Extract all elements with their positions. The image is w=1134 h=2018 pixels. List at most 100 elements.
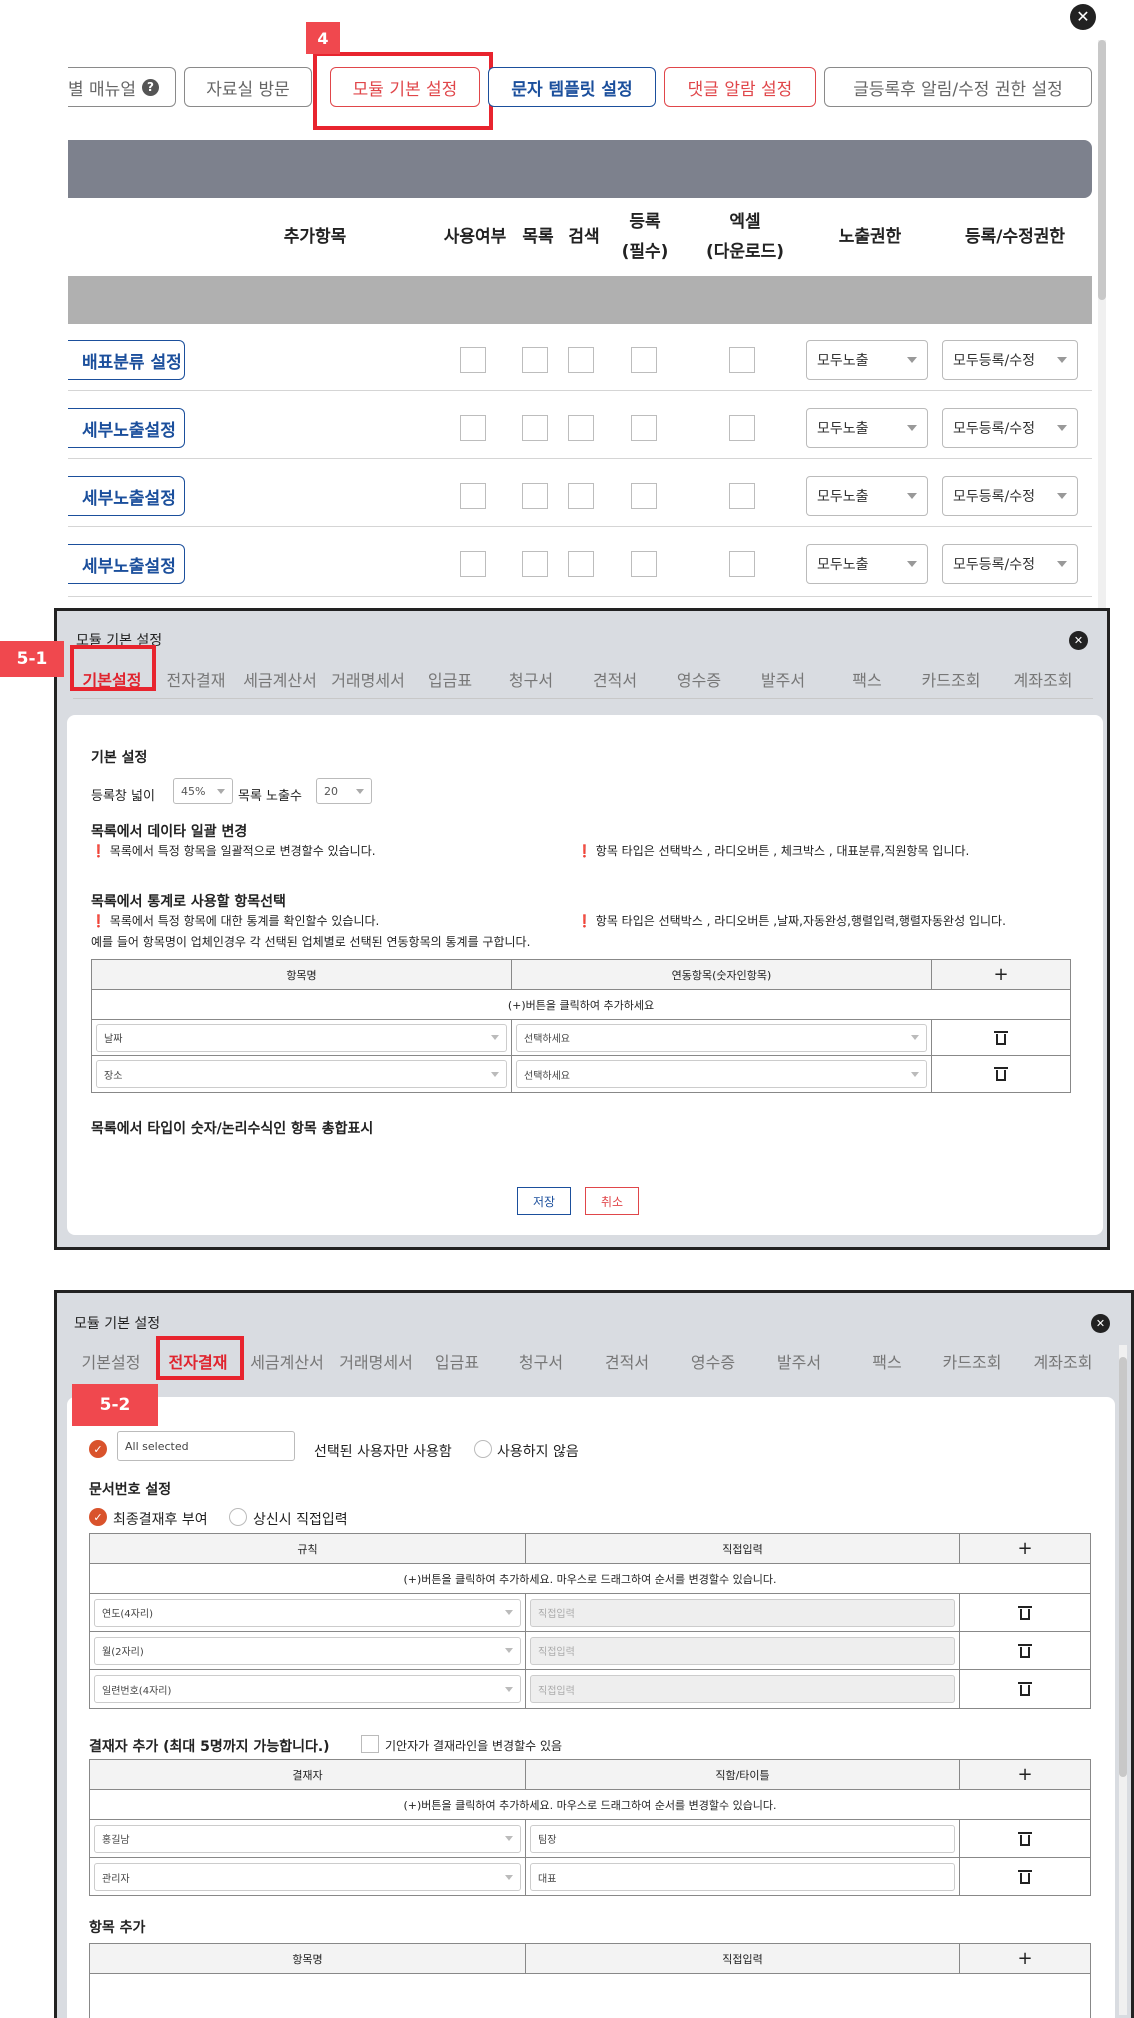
search-checkbox[interactable] [568,347,594,373]
tab-8[interactable]: 발주서 [759,1349,839,1373]
scrollbar-thumb[interactable] [1098,40,1106,300]
exposure-select[interactable]: 모두노출 [806,408,928,448]
search-checkbox[interactable] [568,483,594,509]
tab-3[interactable]: 거래명세서 [325,667,411,691]
close-icon[interactable]: ✕ [1070,4,1096,30]
list-checkbox[interactable] [522,551,548,577]
save-button[interactable]: 저장 [517,1187,571,1215]
scrollbar[interactable] [1098,40,1106,610]
tab-0[interactable]: 기본설정 [71,1349,151,1373]
tab-10[interactable]: 카드조회 [913,667,989,691]
tab-9[interactable]: 팩스 [847,1349,927,1373]
post-notify-permission-button[interactable]: 글등록후 알림/수정 권한 설정 [824,67,1092,107]
approver-change-checkbox[interactable] [361,1735,379,1753]
use-checkbox[interactable] [460,347,486,373]
tab-11[interactable]: 계좌조회 [1017,1349,1109,1373]
tab-3[interactable]: 거래명세서 [331,1349,421,1373]
item-select[interactable]: 날짜 [96,1023,507,1052]
exposure-select[interactable]: 모두노출 [806,476,928,516]
tab-2[interactable]: 세금계산서 [237,667,323,691]
use-checkbox[interactable] [460,551,486,577]
tab-7[interactable]: 영수증 [661,667,737,691]
delete-row-button[interactable] [960,1858,1090,1896]
direct-input-radio[interactable] [229,1508,247,1526]
tab-6[interactable]: 견적서 [587,1349,667,1373]
scrollbar[interactable] [1119,1345,1127,2015]
delete-row-button[interactable] [932,1020,1070,1055]
comment-alarm-button[interactable]: 댓글 알람 설정 [664,67,816,107]
exposure-select[interactable]: 모두노출 [806,340,928,380]
excel-checkbox[interactable] [729,483,755,509]
tab-4[interactable]: 입금표 [421,1349,493,1373]
approver-select[interactable]: 관리자 [94,1863,521,1891]
sms-template-button[interactable]: 문자 템플릿 설정 [488,67,656,107]
linked-item-select[interactable]: 선택하세요 [516,1023,927,1052]
excel-checkbox[interactable] [729,551,755,577]
cancel-button[interactable]: 취소 [585,1187,639,1215]
not-use-radio[interactable] [474,1440,492,1458]
excel-checkbox[interactable] [729,415,755,441]
user-select[interactable]: All selected [117,1431,295,1461]
tab-9[interactable]: 팩스 [829,667,905,691]
edit-permission-select[interactable]: 모두등록/수정 [942,340,1078,380]
close-icon[interactable]: ✕ [1091,1314,1110,1333]
tab-4[interactable]: 입금표 [415,667,485,691]
exposure-select[interactable]: 모두노출 [806,544,928,584]
add-item-button[interactable]: + [960,1944,1090,1973]
list-checkbox[interactable] [522,415,548,441]
rule-select[interactable]: 연도(4자리) [94,1598,521,1627]
manual-button[interactable]: 별 매뉴얼 ? [68,67,176,107]
rule-select[interactable]: 일련번호(4자리) [94,1675,521,1703]
tab-10[interactable]: 카드조회 [931,1349,1013,1373]
rule-select[interactable]: 월(2자리) [94,1636,521,1665]
count-select[interactable]: 20 [316,778,372,804]
tab-6[interactable]: 견적서 [577,667,653,691]
final-approval-radio[interactable]: ✓ [89,1508,107,1526]
delete-row-button[interactable] [960,1820,1090,1857]
row-setting-button[interactable]: 세부노출설정 [68,544,185,584]
row-setting-button[interactable]: 배표분류 설정 [68,340,185,380]
excel-checkbox[interactable] [729,347,755,373]
row-setting-button[interactable]: 세부노출설정 [68,408,185,448]
tab-2[interactable]: 세금계산서 [243,1349,331,1373]
register-checkbox[interactable] [631,415,657,441]
add-approver-button[interactable]: + [960,1760,1090,1789]
direct-input-field[interactable]: 직접입력 [530,1598,955,1627]
direct-input-field[interactable]: 직접입력 [530,1675,955,1703]
item-select[interactable]: 장소 [96,1060,507,1088]
edit-permission-select[interactable]: 모두등록/수정 [942,544,1078,584]
tab-1[interactable]: 전자결재 [157,667,235,691]
tab-11[interactable]: 계좌조회 [997,667,1089,691]
add-row-button[interactable]: + [932,960,1070,989]
approver-select[interactable]: 홍길남 [94,1824,521,1853]
list-checkbox[interactable] [522,483,548,509]
edit-permission-select[interactable]: 모두등록/수정 [942,476,1078,516]
use-checkbox[interactable] [460,483,486,509]
search-checkbox[interactable] [568,551,594,577]
delete-row-button[interactable] [960,1594,1090,1631]
scrollbar-thumb[interactable] [1119,1357,1127,1777]
search-checkbox[interactable] [568,415,594,441]
register-checkbox[interactable] [631,483,657,509]
width-select[interactable]: 45% [173,778,233,804]
register-checkbox[interactable] [631,551,657,577]
delete-row-button[interactable] [960,1670,1090,1708]
close-icon[interactable]: ✕ [1069,631,1088,650]
delete-row-button[interactable] [932,1056,1070,1092]
tab-8[interactable]: 발주서 [745,667,821,691]
check-icon[interactable]: ✓ [89,1440,107,1458]
use-checkbox[interactable] [460,415,486,441]
add-rule-button[interactable]: + [960,1534,1090,1563]
title-input[interactable]: 대표 [530,1863,955,1891]
delete-row-button[interactable] [960,1632,1090,1669]
list-checkbox[interactable] [522,347,548,373]
direct-input-field[interactable]: 직접입력 [530,1636,955,1665]
row-setting-button[interactable]: 세부노출설정 [68,476,185,516]
tab-7[interactable]: 영수증 [673,1349,753,1373]
tab-5[interactable]: 청구서 [501,1349,581,1373]
linked-item-select[interactable]: 선택하세요 [516,1060,927,1088]
library-visit-button[interactable]: 자료실 방문 [184,67,312,107]
tab-5[interactable]: 청구서 [493,667,569,691]
edit-permission-select[interactable]: 모두등록/수정 [942,408,1078,448]
title-input[interactable]: 팀장 [530,1824,955,1853]
